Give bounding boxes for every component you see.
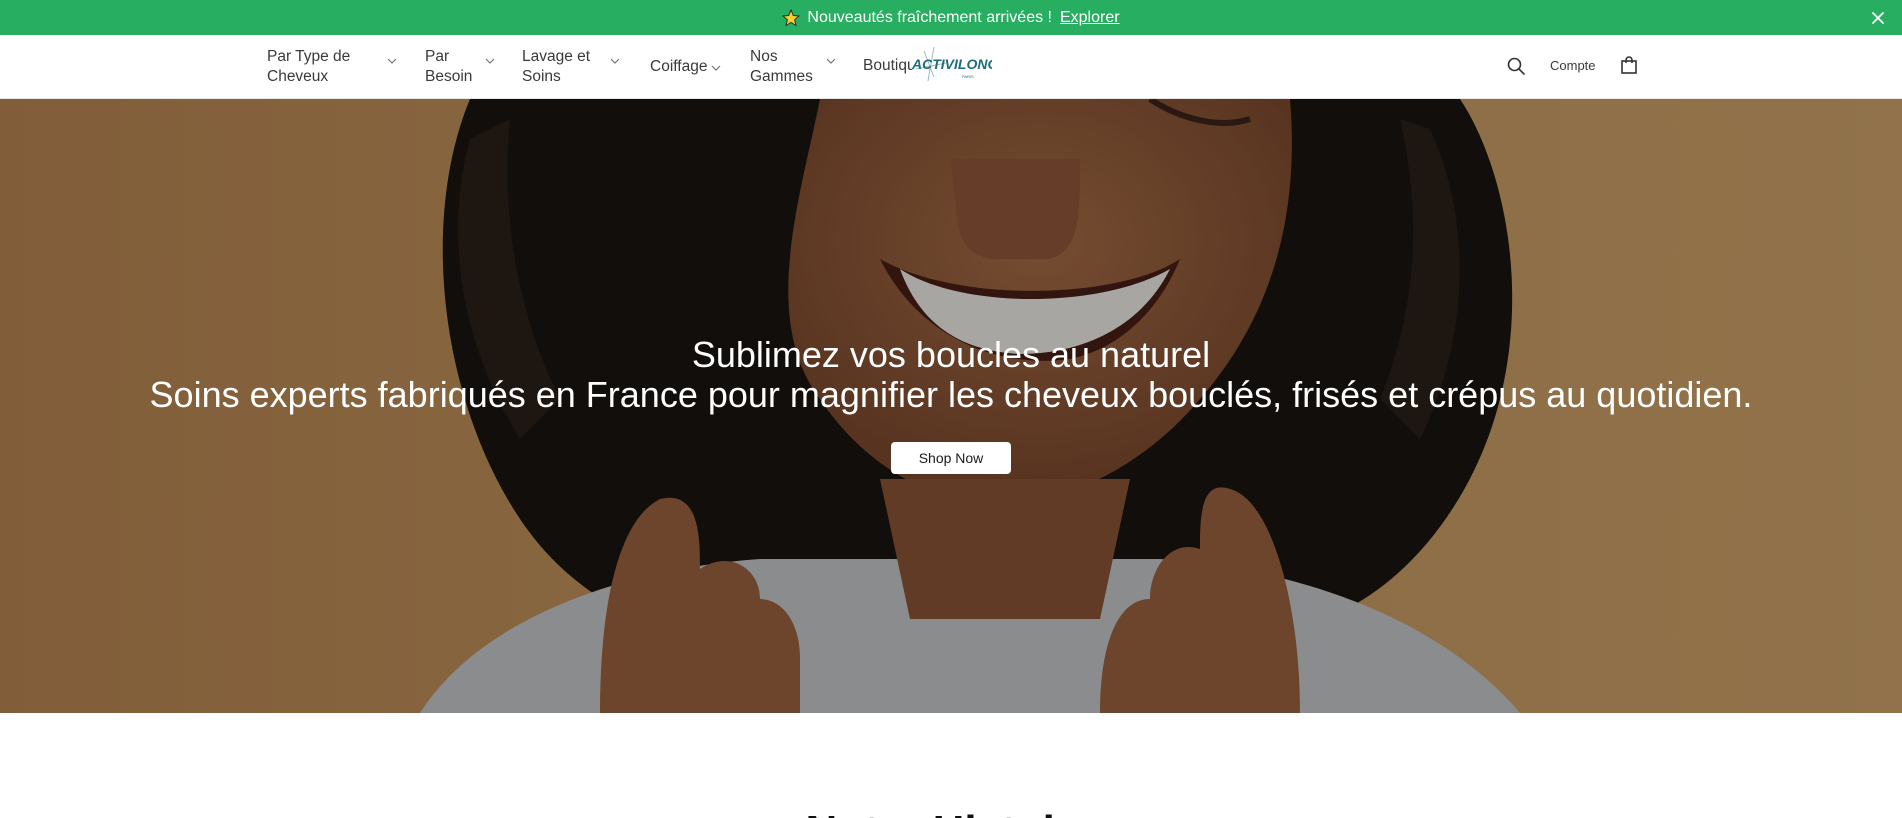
logo-text: ACTIVILONG (911, 56, 992, 72)
nav-item-label: Par Type de Cheveux (267, 48, 351, 85)
hero-subtitle: Soins experts fabriqués en France pour m… (149, 374, 1753, 415)
activilong-logo[interactable]: ACTIVILONG PARIS (908, 45, 998, 85)
site-header: Par Type de Cheveux Par Besoin Lavage et… (0, 35, 1902, 99)
nav-item-label: Lavage et Soins (522, 48, 591, 85)
section-title: Notre Histoire (0, 807, 1902, 818)
explorer-link[interactable]: Explorer (1060, 9, 1120, 27)
close-icon[interactable] (1868, 8, 1888, 28)
chevron-down-icon (485, 58, 495, 64)
star-badge-icon (782, 8, 801, 27)
chevron-down-icon (711, 65, 721, 71)
nav-item-label: Nos Gammes (750, 48, 813, 85)
account-link[interactable]: Compte (1550, 58, 1596, 73)
logo-subtext: PARIS (962, 74, 974, 79)
search-icon[interactable] (1506, 56, 1526, 81)
story-section: Notre Histoire (0, 713, 1902, 818)
shop-now-button[interactable]: Shop Now (891, 442, 1011, 474)
hero-title: Sublimez vos boucles au naturel (691, 334, 1211, 375)
nav-item-coiffage[interactable]: Coiffage (650, 57, 730, 77)
chevron-down-icon (826, 58, 836, 64)
nav-item-label: Par Besoin (425, 48, 473, 85)
chevron-down-icon (610, 58, 620, 64)
nav-item-nos-gammes[interactable]: Nos Gammes (750, 47, 840, 87)
hero-banner: Sublimez vos boucles au naturel Soins ex… (0, 99, 1902, 713)
chevron-down-icon (387, 58, 397, 64)
shopping-bag-icon[interactable] (1620, 55, 1638, 80)
announcement-text: Nouveautés fraîchement arrivées ! (807, 8, 1052, 26)
nav-item-par-besoin[interactable]: Par Besoin (425, 47, 497, 87)
nav-item-boutique[interactable]: Boutique (863, 57, 913, 75)
announcement-bar: Nouveautés fraîchement arrivées ! Explor… (0, 0, 1902, 35)
nav-item-lavage-et-soins[interactable]: Lavage et Soins (522, 47, 622, 87)
nav-item-label: Coiffage (650, 58, 708, 75)
nav-item-par-type-de-cheveux[interactable]: Par Type de Cheveux (267, 47, 397, 87)
